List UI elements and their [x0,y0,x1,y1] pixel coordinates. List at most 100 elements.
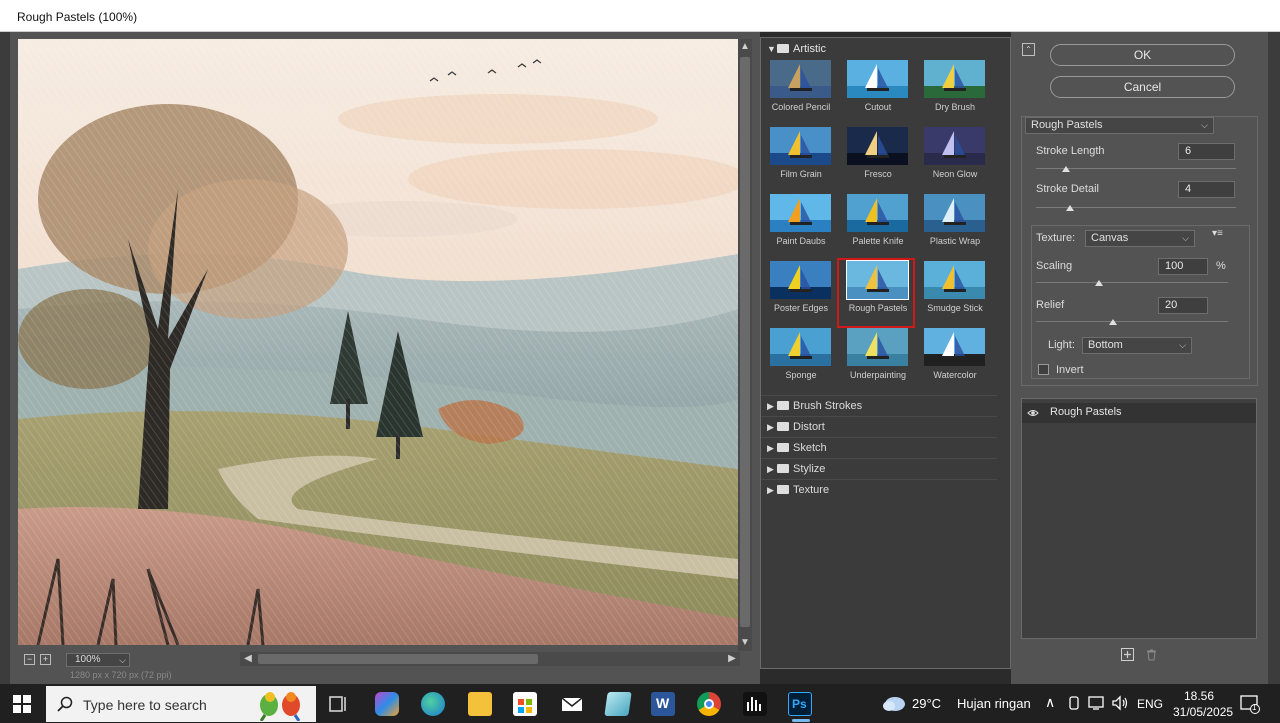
texture-label: Texture: [1036,232,1076,244]
scaling-input[interactable]: 100 [1158,258,1208,275]
stroke-detail-slider[interactable] [1066,205,1074,211]
filter-thumbnail[interactable]: Neon Glow [921,127,993,189]
filter-thumbnail[interactable]: Colored Pencil [767,60,839,122]
stroke-length-slider[interactable] [1062,166,1070,172]
triangle-right-icon: ▶ [767,401,774,411]
filter-thumbnail-label: Smudge Stick [927,303,983,313]
copilot-icon[interactable] [375,692,399,716]
network-icon[interactable] [1088,695,1106,711]
input-language[interactable]: ENG [1137,697,1163,711]
clock-date[interactable]: 31/05/2025 [1173,705,1233,719]
triangle-right-icon: ▶ [767,485,774,495]
chrome-icon[interactable] [697,692,721,716]
stroke-detail-input[interactable]: 4 [1178,181,1235,198]
mail-icon[interactable] [560,692,584,716]
filter-category-row[interactable]: ▶ Stylize [761,458,997,479]
audio-levels-icon[interactable] [743,692,767,716]
word-icon[interactable]: W [651,692,675,716]
filter-thumbnail[interactable]: Smudge Stick [921,261,993,323]
filter-category-row[interactable]: ▶ Texture [761,479,997,500]
triangle-right-icon: ▶ [767,422,774,432]
preview-horizontal-scrollbar[interactable]: ◀ ▶ [240,652,740,666]
folder-icon [777,44,789,53]
filter-thumbnail[interactable]: Cutout [844,60,916,122]
zoom-select[interactable]: 100% ⌵ [66,653,130,667]
scroll-left-icon[interactable]: ◀ [242,653,254,665]
taskbar-search-box[interactable]: Type here to search [46,686,316,722]
filter-category-row[interactable]: ▶ Distort [761,416,997,437]
category-artistic[interactable]: ▼ Artistic [767,43,826,57]
edge-browser-icon[interactable] [421,692,445,716]
delete-effect-layer-icon[interactable] [1145,648,1158,661]
parrots-search-highlight-icon [259,692,301,721]
weather-description[interactable]: Hujan ringan [957,696,1031,711]
horizontal-scroll-thumb[interactable] [258,654,538,664]
filter-thumbnail[interactable]: Paint Daubs [767,194,839,256]
filter-thumbnail-label: Poster Edges [773,303,829,313]
filter-category-row[interactable]: ▶ Brush Strokes [761,395,997,416]
ok-button[interactable]: OK [1050,44,1235,66]
filter-thumbnail-image [847,194,908,232]
filter-thumbnail[interactable]: Watercolor [921,328,993,390]
filter-thumbnail[interactable]: Sponge [767,328,839,390]
notes-app-icon[interactable] [604,692,632,716]
light-select[interactable]: Bottom ⌵ [1082,337,1192,354]
relief-slider[interactable] [1108,319,1117,325]
volume-icon[interactable] [1111,695,1129,711]
filter-thumbnail[interactable]: Plastic Wrap [921,194,993,256]
preview-vertical-scrollbar[interactable]: ▲ ▼ [738,39,752,651]
filter-select[interactable]: Rough Pastels ⌵ [1025,117,1214,134]
filter-thumbnail[interactable]: Poster Edges [767,261,839,323]
new-effect-layer-icon[interactable] [1121,648,1134,661]
chevron-down-icon: ⌵ [1182,233,1189,243]
filter-settings-group: Rough Pastels ⌵ Stroke Length 6 Stroke D… [1021,116,1258,386]
filter-thumbnail[interactable]: Film Grain [767,127,839,189]
meet-now-icon[interactable] [1067,695,1081,711]
relief-input[interactable]: 20 [1158,297,1208,314]
triangle-down-icon: ▼ [767,44,776,54]
texture-select[interactable]: Canvas ⌵ [1085,230,1195,247]
cancel-button[interactable]: Cancel [1050,76,1235,98]
filter-thumbnail-image [770,60,831,98]
scroll-down-icon[interactable]: ▼ [739,637,751,649]
collapse-gallery-icon[interactable]: ⌃ [1022,43,1035,56]
chevron-up-icon[interactable]: ∧ [1045,694,1055,711]
filter-thumbnail-label: Plastic Wrap [929,236,981,246]
left-edge [0,32,10,684]
scaling-slider[interactable] [1095,280,1104,286]
clock-time[interactable]: 18.56 [1184,689,1214,703]
windows-taskbar: Type here to search W Ps 29°C Hujan ring… [0,684,1280,723]
effect-layer-row[interactable]: Rough Pastels [1022,403,1256,423]
relief-label: Relief [1036,299,1065,311]
scroll-right-icon[interactable]: ▶ [726,653,738,665]
texture-menu-icon[interactable]: ▾≡ [1212,228,1223,239]
filter-thumbnail[interactable]: Palette Knife [844,194,916,256]
notification-icon[interactable] [1240,694,1260,714]
stroke-length-input[interactable]: 6 [1178,143,1235,160]
filter-thumbnail[interactable]: Dry Brush [921,60,993,122]
eye-icon[interactable] [1027,407,1039,419]
task-view-icon[interactable] [328,692,348,716]
vertical-scroll-thumb[interactable] [740,57,750,627]
gallery-scrollbar[interactable] [1000,38,1010,668]
invert-checkbox[interactable] [1038,364,1049,375]
file-explorer-icon[interactable] [468,692,492,716]
weather-cloud-icon[interactable] [881,694,907,714]
filter-category-row[interactable]: ▶ Sketch [761,437,997,458]
filter-thumbnail-image [924,60,985,98]
scroll-up-icon[interactable]: ▲ [739,41,751,53]
filter-thumbnail[interactable]: Underpainting [844,328,916,390]
weather-temperature[interactable]: 29°C [912,696,941,711]
microsoft-store-icon[interactable] [513,692,537,716]
filter-thumbnail-label: Cutout [864,102,892,112]
windows-start-icon[interactable] [13,695,31,713]
zoom-out-button[interactable]: − [24,654,35,665]
preview-canvas[interactable] [18,39,738,645]
filter-category-label: Brush Strokes [793,400,863,412]
folder-icon [777,422,789,431]
filter-thumbnail[interactable]: Fresco [844,127,916,189]
zoom-in-button[interactable]: + [40,654,51,665]
selected-filter-highlight [837,258,915,328]
category-artistic-label: Artistic [793,43,826,55]
photoshop-icon[interactable]: Ps [788,692,812,716]
